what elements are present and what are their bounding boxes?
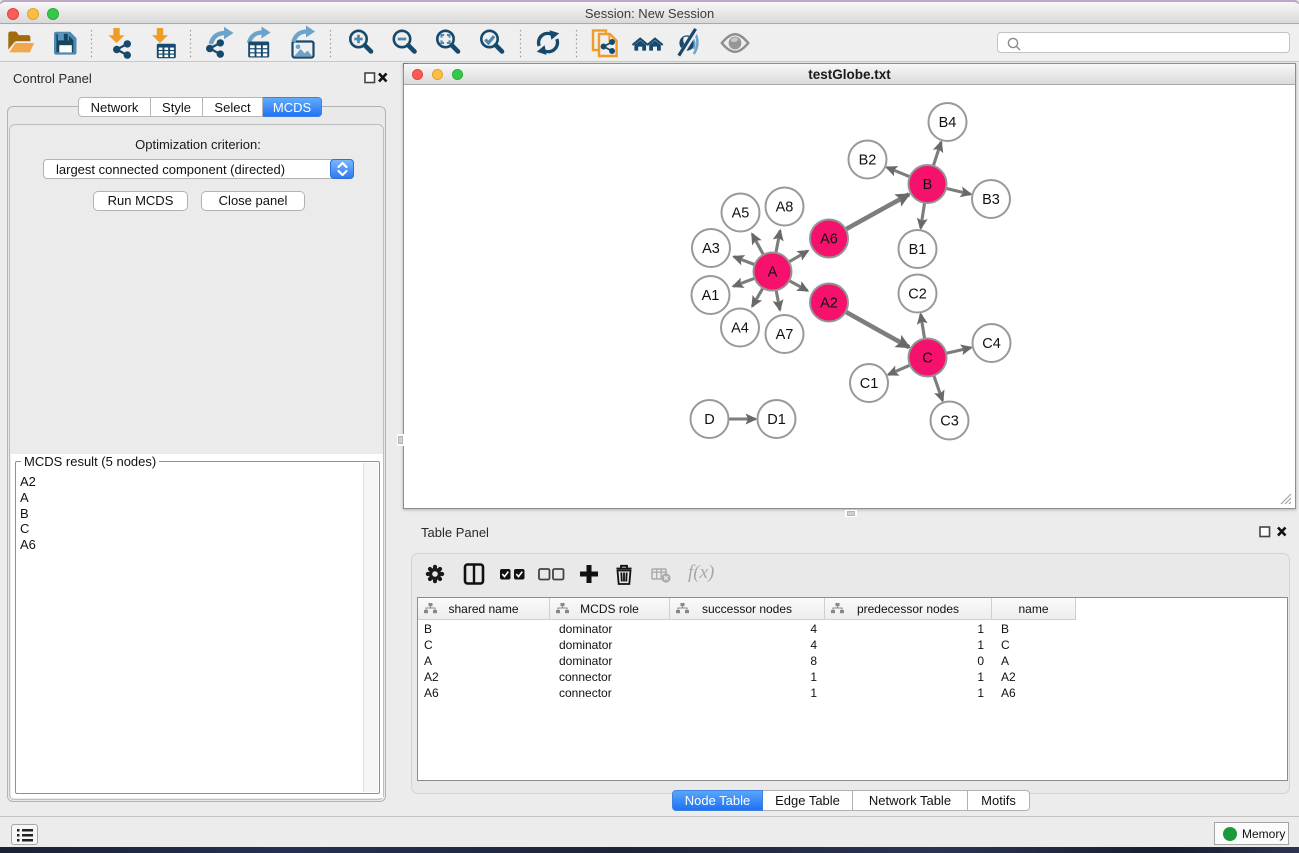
svg-text:C1: C1 [860, 376, 879, 392]
svg-text:B: B [923, 177, 933, 193]
svg-text:A2: A2 [820, 296, 838, 312]
svg-text:A4: A4 [731, 321, 749, 337]
svg-text:D1: D1 [767, 412, 786, 428]
svg-text:C4: C4 [982, 336, 1001, 352]
svg-text:C: C [922, 351, 932, 367]
svg-text:A3: A3 [702, 241, 720, 257]
svg-text:C2: C2 [908, 287, 927, 303]
svg-text:B3: B3 [982, 192, 1000, 208]
svg-text:A8: A8 [776, 200, 794, 216]
svg-text:A7: A7 [776, 327, 794, 343]
svg-text:A1: A1 [702, 288, 720, 304]
svg-text:B2: B2 [859, 153, 877, 169]
svg-text:A: A [768, 265, 778, 281]
svg-text:C3: C3 [940, 414, 959, 430]
svg-text:D: D [704, 412, 714, 428]
svg-text:A6: A6 [820, 232, 838, 248]
svg-text:B1: B1 [909, 242, 927, 258]
svg-text:B4: B4 [939, 115, 957, 131]
svg-text:A5: A5 [732, 206, 750, 222]
